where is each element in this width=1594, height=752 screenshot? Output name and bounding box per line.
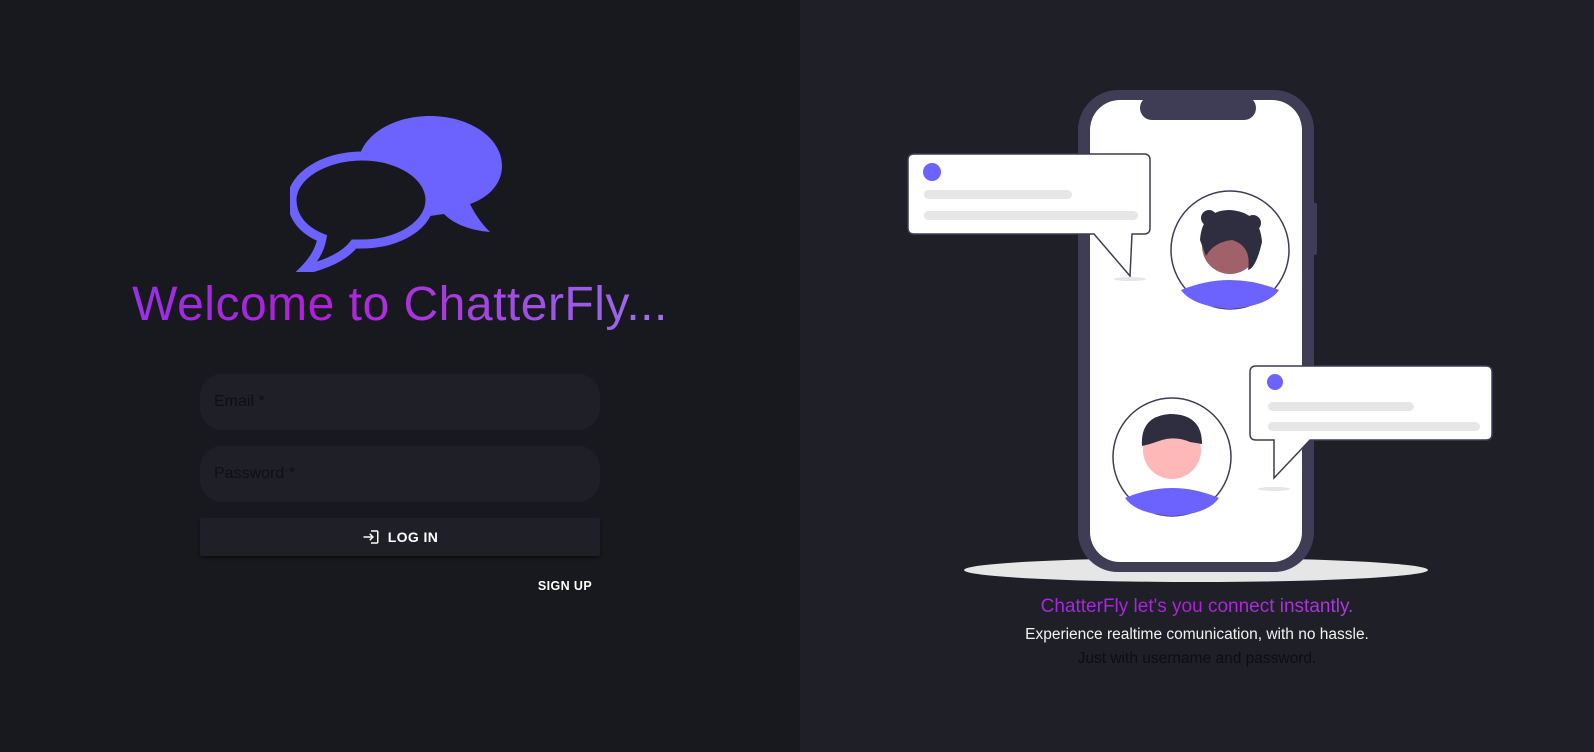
login-icon	[363, 530, 379, 544]
welcome-title: Welcome to ChatterFly...	[0, 275, 800, 335]
promo-description: Experience realtime comunication, with n…	[1025, 626, 1369, 643]
login-button[interactable]: LOG IN	[200, 518, 600, 556]
promo-description-secondary: Just with username and password.	[1077, 650, 1317, 667]
signup-button-label: SIGN UP	[537, 579, 593, 593]
chat-app-illustration	[907, 90, 1493, 582]
promo-tagline: ChatterFly let's you connect instantly.	[800, 594, 1594, 620]
email-input[interactable]	[200, 374, 600, 430]
login-panel: Welcome to ChatterFly... Email * Passwor…	[0, 0, 800, 752]
password-input[interactable]	[200, 446, 600, 502]
email-field[interactable]: Email *	[200, 374, 600, 430]
avatar-man	[1112, 397, 1232, 517]
login-button-label: LOG IN	[387, 529, 439, 545]
password-field[interactable]: Password *	[200, 446, 600, 502]
avatar-woman	[1170, 190, 1290, 310]
signup-button[interactable]: SIGN UP	[530, 574, 600, 598]
phone-side-button	[1312, 203, 1317, 255]
chat-bubbles-icon	[290, 116, 502, 272]
phone-notch	[1140, 96, 1256, 120]
promo-panel: ChatterFly let's you connect instantly. …	[800, 0, 1594, 752]
login-page: Welcome to ChatterFly... Email * Passwor…	[0, 0, 1594, 752]
